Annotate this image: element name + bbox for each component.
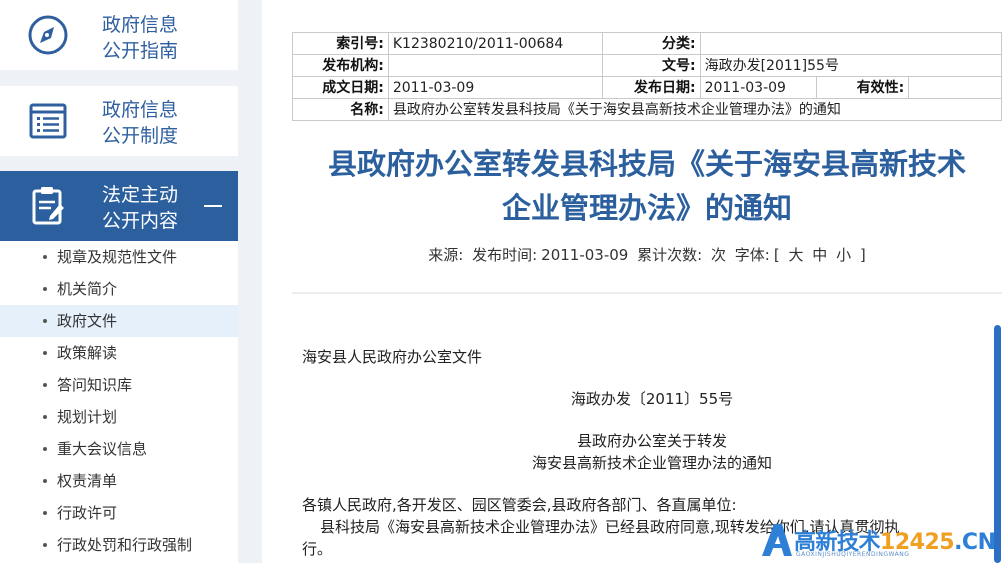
font-medium-link[interactable]: 中 [812,246,827,264]
article-info-bar: 来源: 发布时间: 2011-03-09 累计次数: 次 字体:[ 大 中 小 ] [428,246,866,264]
nav-card-active-label: 法定主动 公开内容 [102,184,179,232]
subnav-item-admin-penalty[interactable]: 行政处罚和行政强制 [0,529,238,561]
bullet-icon [43,415,47,419]
meta-key-name: 名称: [292,98,389,121]
subnav-item-gov-documents[interactable]: 政府文件 [0,305,238,337]
meta-value-category [699,32,1003,55]
subnav-item-agency-intro[interactable]: 机关简介 [0,273,238,305]
meta-row: 发布机构: 文号: 海政办发[2011]55号 [292,54,1003,77]
meta-key-docno: 文号: [601,54,701,77]
bullet-icon [43,383,47,387]
nav-card-active-content[interactable]: 法定主动 公开内容 [0,171,238,241]
main-content: 索引号: K12380210/2011-00684 分类: 发布机构: 文号: … [262,0,1003,563]
views-suffix: 次 [710,246,726,264]
list-icon [24,97,72,145]
meta-row: 成文日期: 2011-03-09 发布日期: 2011-03-09 有效性: [292,76,1002,99]
subnav-item-qa-knowledge[interactable]: 答问知识库 [0,369,238,401]
views-label: 累计次数: [637,246,703,264]
watermark-logo-icon [762,524,792,556]
subnav-item-power-list[interactable]: 权责清单 [0,465,238,497]
nav-card-guide-label: 政府信息 公开指南 [102,14,179,62]
meta-key-created: 成文日期: [292,76,389,99]
subnav-item-admin-license[interactable]: 行政许可 [0,497,238,529]
nav-card-system[interactable]: 政府信息 公开制度 [0,86,238,156]
meta-row: 索引号: K12380210/2011-00684 分类: [292,32,1003,55]
publish-time-label: 发布时间: [472,246,538,264]
bullet-icon [43,255,47,259]
bullet-icon [43,511,47,515]
bullet-icon [43,447,47,451]
sidebar: 政府信息 公开指南 政府信息 公开制度 法定主动 公开内容 规章及规范性文件 机… [0,0,238,563]
meta-key-published: 发布日期: [601,76,701,99]
font-size-label: 字体: [734,246,770,264]
nav-card-guide[interactable]: 政府信息 公开指南 [0,0,238,70]
bullet-icon [43,319,47,323]
source-label: 来源: [428,246,464,264]
article-title: 县政府办公室转发县科技局《关于海安县高新技术 企业管理办法》的通知 [327,147,966,225]
meta-key-validity: 有效性: [816,76,910,99]
bullet-icon [43,287,47,291]
meta-key-category: 分类: [601,32,701,55]
site-watermark: 高新技术12425.CN GAOXINJISHUQIYERENDINGWANG [760,520,1003,563]
meta-value-docno: 海政办发[2011]55号 [699,54,1003,77]
body-docno-line: 海政办发〔2011〕55号 [570,390,734,408]
watermark-subtext: GAOXINJISHUQIYERENDINGWANG [796,551,910,558]
meta-value-index: K12380210/2011-00684 [387,32,603,55]
body-org-line: 海安县人民政府办公室文件 [302,348,483,366]
clipboard-edit-icon [24,182,72,230]
meta-key-index: 索引号: [292,32,389,55]
body-heading-line2: 海安县高新技术企业管理办法的通知 [531,454,772,472]
subnav-item-major-meetings[interactable]: 重大会议信息 [0,433,238,465]
body-paragraph-1-end: 行。 [302,540,333,558]
font-large-link[interactable]: 大 [788,246,803,264]
font-small-link[interactable]: 小 [836,246,851,264]
nav-card-system-label: 政府信息 公开制度 [102,99,179,147]
meta-value-created: 2011-03-09 [387,76,603,99]
document-meta-table: 索引号: K12380210/2011-00684 分类: 发布机构: 文号: … [292,32,1003,121]
subnav-item-planning[interactable]: 规划计划 [0,401,238,433]
compass-icon [24,11,72,59]
publish-time-value: 2011-03-09 [541,246,629,264]
subnav-item-policy-interpretation[interactable]: 政策解读 [0,337,238,369]
divider [292,292,1002,294]
subnav-list: 规章及规范性文件 机关简介 政府文件 政策解读 答问知识库 规划计划 重大会议信… [0,241,238,563]
collapse-icon[interactable] [204,205,222,207]
meta-value-publisher [387,54,603,77]
meta-value-validity [908,76,1002,99]
meta-value-published: 2011-03-09 [699,76,818,99]
subnav-item-regulations[interactable]: 规章及规范性文件 [0,241,238,273]
bullet-icon [43,479,47,483]
body-recipients: 各镇人民政府,各开发区、园区管委会,县政府各部门、各直属单位: [302,496,737,514]
bullet-icon [43,543,47,547]
bullet-icon [43,351,47,355]
body-heading-line1: 县政府办公室关于转发 [576,432,727,450]
meta-row: 名称: 县政府办公室转发县科技局《关于海安县高新技术企业管理办法》的通知 [292,98,1003,121]
meta-value-name: 县政府办公室转发县科技局《关于海安县高新技术企业管理办法》的通知 [387,98,1003,121]
meta-key-publisher: 发布机构: [292,54,389,77]
